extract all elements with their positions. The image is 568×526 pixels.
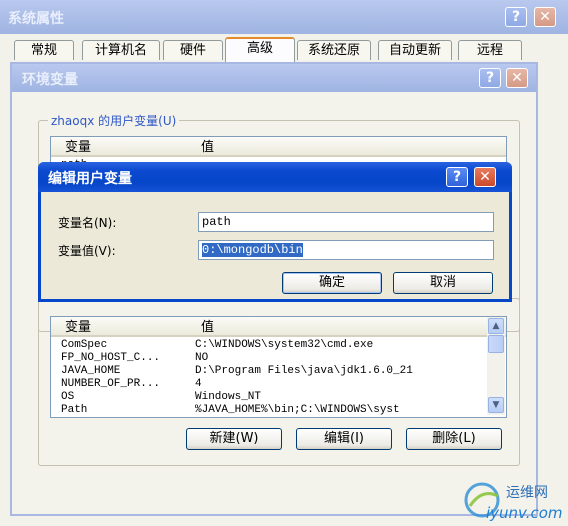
scroll-up-button[interactable]: ▲ <box>488 318 504 334</box>
system-row-value: %JAVA_HOME%\bin;C:\WINDOWS\syst <box>195 404 400 416</box>
close-icon: ✕ <box>511 70 523 86</box>
button-label: 编辑(I) <box>324 431 364 446</box>
tab-automatic-updates[interactable]: 自动更新 <box>378 40 452 60</box>
edit-dialog-titlebar[interactable]: 编辑用户变量 ? ✕ <box>38 162 512 192</box>
scroll-down-button[interactable]: ▼ <box>488 397 504 413</box>
system-row-name: ComSpec <box>61 339 108 351</box>
user-header-value[interactable]: 值 <box>201 139 214 157</box>
scroll-thumb[interactable] <box>488 335 504 353</box>
watermark-text: 运维网 <box>506 485 548 501</box>
close-icon: ✕ <box>539 9 551 25</box>
tab-label: 计算机名 <box>94 43 147 58</box>
system-header-value[interactable]: 值 <box>201 319 214 337</box>
tab-label: 系统还原 <box>307 43 360 58</box>
env-help-button[interactable]: ? <box>479 68 501 88</box>
variable-value-label: 变量值(V): <box>58 244 116 258</box>
user-variables-label: zhaoqx 的用户变量(U) <box>48 112 180 129</box>
system-row-value: Windows_NT <box>195 391 262 403</box>
system-row-name: JAVA_HOME <box>61 365 121 377</box>
tab-label: 高级 <box>246 41 273 56</box>
system-variables-list[interactable]: 变量 值 ComSpec C:\WINDOWS\system32\cmd.exe … <box>50 316 507 418</box>
chevron-up-icon: ▲ <box>492 321 500 331</box>
system-row-value: NO <box>195 352 209 364</box>
close-icon: ✕ <box>479 169 491 185</box>
edit-help-button[interactable]: ? <box>446 167 468 187</box>
new-variable-button[interactable]: 新建(W) <box>186 428 282 450</box>
button-label: 确定 <box>318 275 345 290</box>
system-properties-titlebar[interactable]: 系统属性 ? ✕ <box>0 0 568 34</box>
system-properties-title: 系统属性 <box>8 11 64 27</box>
edit-dialog-title: 编辑用户变量 <box>48 171 132 187</box>
variable-name-value: path <box>202 215 231 229</box>
system-header-variable[interactable]: 变量 <box>65 319 91 337</box>
variable-value-text: 0:\mongodb\bin <box>202 243 303 257</box>
button-label: 取消 <box>429 275 456 290</box>
system-row-name: NUMBER_OF_PR... <box>61 378 161 390</box>
system-row-value: D:\Program Files\java\jdk1.6.0_21 <box>195 365 413 377</box>
system-list-header: 变量 值 <box>51 317 506 337</box>
button-label: 删除(L) <box>432 431 476 446</box>
user-header-variable[interactable]: 变量 <box>65 139 91 157</box>
edit-user-variable-dialog: 编辑用户变量 ? ✕ 变量名(N): path 变量值(V): 0:\mongo… <box>38 162 512 302</box>
button-label: 新建(W) <box>209 431 259 446</box>
tab-system-restore[interactable]: 系统还原 <box>297 40 371 60</box>
variable-value-input[interactable]: 0:\mongodb\bin <box>198 240 494 260</box>
system-row-value: C:\WINDOWS\system32\cmd.exe <box>195 339 374 351</box>
tab-label: 常规 <box>30 43 57 58</box>
variable-name-label: 变量名(N): <box>58 216 117 230</box>
system-row-name: FP_NO_HOST_C... <box>61 352 161 364</box>
tab-label: 自动更新 <box>388 43 441 58</box>
watermark-url: iyunv.com <box>486 504 563 522</box>
system-row-name: OS <box>61 391 75 403</box>
environment-variables-title: 环境变量 <box>22 72 78 88</box>
tab-computer-name[interactable]: 计算机名 <box>82 40 160 60</box>
user-list-header: 变量 值 <box>51 137 506 157</box>
tab-remote[interactable]: 远程 <box>458 40 522 60</box>
question-icon: ? <box>511 9 521 25</box>
chevron-down-icon: ▼ <box>492 400 500 410</box>
question-icon: ? <box>452 169 462 185</box>
edit-variable-button[interactable]: 编辑(I) <box>296 428 392 450</box>
close-button[interactable]: ✕ <box>534 7 556 27</box>
environment-variables-titlebar[interactable]: 环境变量 ? ✕ <box>12 64 536 92</box>
watermark: 运维网 iyunv.com <box>460 476 566 524</box>
edit-cancel-button[interactable]: 取消 <box>393 272 493 294</box>
tab-hardware[interactable]: 硬件 <box>163 40 223 60</box>
help-button[interactable]: ? <box>505 7 527 27</box>
edit-close-button[interactable]: ✕ <box>474 167 496 187</box>
system-list-scrollbar[interactable]: ▲ ▼ <box>487 317 505 415</box>
system-row-name: Path <box>61 404 88 416</box>
tab-label: 远程 <box>476 43 503 58</box>
system-row-value: 4 <box>195 378 202 390</box>
edit-dialog-body: 变量名(N): path 变量值(V): 0:\mongodb\bin 确定 取… <box>41 192 509 299</box>
tab-general[interactable]: 常规 <box>14 40 74 60</box>
question-icon: ? <box>485 70 495 86</box>
tab-label: 硬件 <box>179 43 206 58</box>
variable-name-input[interactable]: path <box>198 212 494 232</box>
delete-variable-button[interactable]: 删除(L) <box>406 428 502 450</box>
environment-variables-body: zhaoqx 的用户变量(U) 变量 值 path 变量 值 ComSpec C:… <box>12 92 536 514</box>
tab-advanced[interactable]: 高级 <box>225 37 295 62</box>
env-close-button[interactable]: ✕ <box>506 68 528 88</box>
edit-ok-button[interactable]: 确定 <box>282 272 382 294</box>
